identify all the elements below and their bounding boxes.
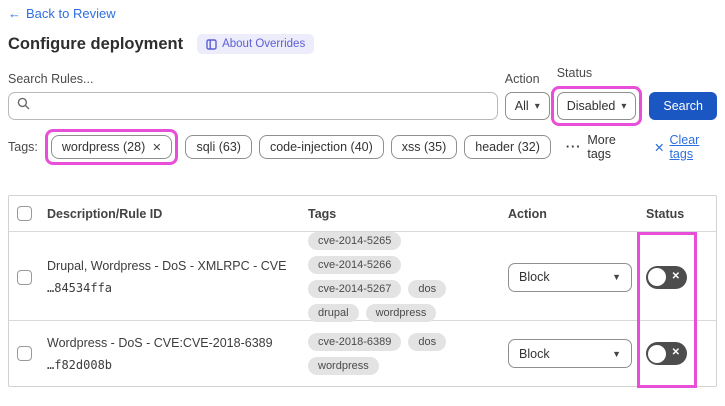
- action-select[interactable]: Block ▼: [508, 262, 632, 292]
- search-input[interactable]: [36, 98, 489, 114]
- tag-pill-header[interactable]: header (32): [464, 135, 551, 159]
- search-button[interactable]: Search: [649, 92, 717, 120]
- status-filter-value: Disabled: [566, 99, 616, 113]
- search-group: Search Rules...: [8, 72, 498, 120]
- rule-tag-chip: cve-2014-5266: [308, 256, 402, 274]
- rule-tag-chip: wordpress: [308, 356, 379, 375]
- table-header-row: Description/Rule ID Tags Action Status: [9, 196, 716, 232]
- book-icon: [206, 38, 217, 50]
- search-icon: [17, 97, 30, 115]
- back-link-label: Back to Review: [26, 6, 116, 21]
- rule-status-cell: ✕: [639, 342, 716, 365]
- header-checkbox-cell: [9, 206, 39, 221]
- back-arrow-icon: ←: [8, 6, 21, 21]
- rules-table: Description/Rule ID Tags Action Status D…: [8, 195, 717, 388]
- action-select[interactable]: Block ▼: [508, 339, 632, 368]
- more-tags-button[interactable]: ··· More tags: [566, 133, 633, 161]
- action-filter-group: Action All ▾: [504, 72, 550, 120]
- row-checkbox-cell: [9, 269, 39, 285]
- rule-description: Drupal, Wordpress - DoS - XMLRPC - CVE:C…: [47, 259, 287, 273]
- clear-icon: ✕: [653, 140, 665, 155]
- tag-pill-code-injection[interactable]: code-injection (40): [258, 135, 384, 159]
- active-tag-highlight: wordpress (28) ✕: [44, 129, 179, 165]
- page-title: Configure deployment: [8, 34, 184, 53]
- ellipsis-icon: ···: [565, 140, 582, 154]
- column-header-description: Description/Rule ID: [47, 206, 163, 221]
- search-rules-label: Search Rules...: [8, 72, 94, 86]
- clear-tags-button[interactable]: ✕ Clear tags: [654, 133, 717, 161]
- page-header: Configure deployment About Overrides: [8, 34, 717, 54]
- chevron-down-icon: ▾: [534, 100, 540, 112]
- status-filter-group: Status Disabled ▾: [550, 66, 643, 126]
- rule-description-cell: Wordpress - DoS - CVE:CVE-2018-6389 …f82…: [39, 336, 301, 372]
- rule-tag-chip: cve-2018-6389: [308, 332, 402, 351]
- select-all-checkbox[interactable]: [16, 206, 32, 221]
- chevron-down-icon: ▼: [612, 348, 621, 359]
- tag-pill-sqli[interactable]: sqli (63): [185, 135, 252, 159]
- rule-tag-chip: cve-2014-5267: [308, 280, 402, 298]
- toggle-x-icon: ✕: [671, 270, 680, 282]
- clear-tags-label: Clear tags: [669, 133, 700, 161]
- about-overrides-badge[interactable]: About Overrides: [197, 34, 315, 54]
- rule-id: …84534ffa: [47, 281, 113, 295]
- table-row: Wordpress - DoS - CVE:CVE-2018-6389 …f82…: [9, 321, 716, 386]
- tag-pill-xss[interactable]: xss (35): [390, 135, 458, 159]
- action-select-value: Block: [519, 346, 550, 361]
- table-row: Drupal, Wordpress - DoS - XMLRPC - CVE:C…: [9, 232, 716, 322]
- action-filter-value: All: [514, 99, 529, 113]
- column-header-action: Action: [508, 206, 547, 221]
- rule-tag-chip: drupal: [308, 304, 359, 322]
- status-filter-dropdown[interactable]: Disabled ▾: [556, 92, 637, 120]
- tags-bar: Tags: wordpress (28) ✕ sqli (63) code-in…: [8, 129, 717, 165]
- toggle-knob: [648, 344, 666, 363]
- chevron-down-icon: ▾: [621, 100, 627, 112]
- rule-action-cell: Block ▼: [501, 339, 639, 368]
- rule-description: Wordpress - DoS - CVE:CVE-2018-6389: [47, 335, 273, 350]
- status-filter-label: Status: [556, 66, 593, 80]
- rule-status-cell: ✕: [639, 265, 716, 289]
- chevron-down-icon: ▼: [612, 272, 621, 282]
- row-checkbox-cell: [9, 346, 39, 361]
- tag-pill-wordpress-active[interactable]: wordpress (28) ✕: [50, 135, 173, 159]
- rule-id: …f82d008b: [47, 357, 113, 372]
- rule-tags-cell: cve-2018-6389 dos wordpress: [301, 332, 501, 375]
- remove-tag-icon[interactable]: ✕: [152, 141, 161, 154]
- rule-description-cell: Drupal, Wordpress - DoS - XMLRPC - CVE:C…: [39, 259, 301, 295]
- tags-label: Tags:: [8, 140, 38, 154]
- action-filter-dropdown[interactable]: All ▾: [504, 92, 550, 120]
- rule-tags-cell: cve-2014-5265 cve-2014-5266 cve-2014-526…: [301, 232, 501, 322]
- active-tag-label: wordpress (28): [61, 140, 146, 154]
- more-tags-label: More tags: [587, 133, 616, 161]
- toggle-x-icon: ✕: [671, 347, 680, 358]
- configure-deployment-page: ← Back to Review Configure deployment Ab…: [0, 0, 725, 388]
- back-to-review-link[interactable]: ← Back to Review: [8, 6, 116, 21]
- rule-tag-chip: wordpress: [365, 304, 437, 322]
- toggle-knob: [648, 268, 666, 286]
- status-filter-highlight: Disabled ▾: [550, 86, 643, 126]
- row-checkbox[interactable]: [16, 346, 32, 361]
- rule-tag-chip: cve-2014-5265: [308, 232, 402, 250]
- column-header-tags: Tags: [308, 206, 337, 221]
- status-toggle-off[interactable]: ✕: [646, 342, 687, 365]
- filter-bar: Search Rules... Action All ▾ Status Disa…: [8, 66, 717, 126]
- row-checkbox[interactable]: [16, 269, 32, 285]
- rule-action-cell: Block ▼: [501, 262, 639, 292]
- search-box: [8, 92, 498, 120]
- rule-tag-chip: dos: [408, 332, 447, 351]
- action-select-value: Block: [519, 270, 550, 284]
- rule-tag-chip: dos: [408, 280, 447, 298]
- about-overrides-label: About Overrides: [222, 38, 306, 50]
- action-filter-label: Action: [504, 72, 540, 86]
- column-header-status: Status: [646, 206, 685, 221]
- status-toggle-off[interactable]: ✕: [646, 265, 687, 289]
